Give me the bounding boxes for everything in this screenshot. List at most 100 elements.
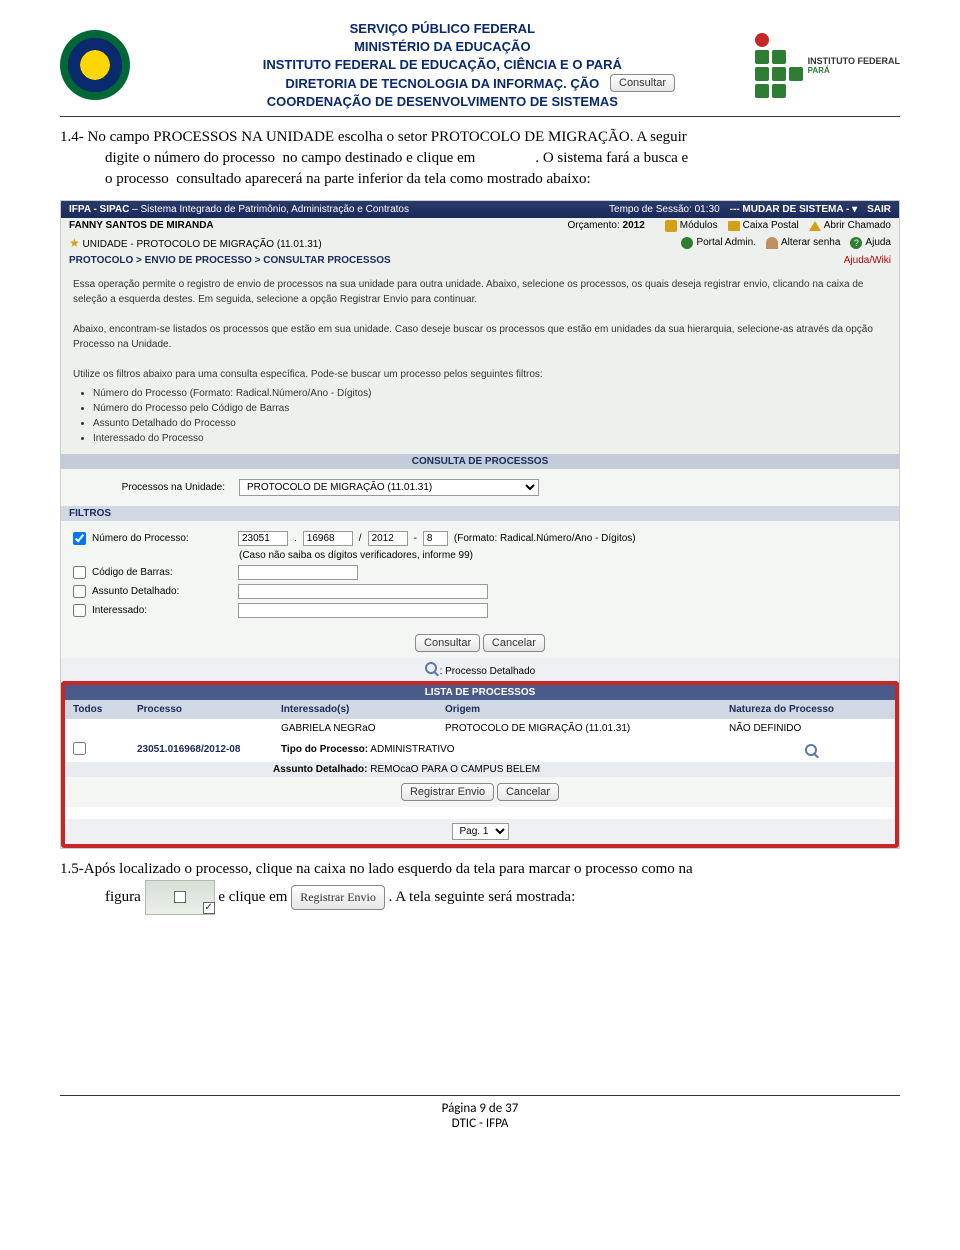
header-line1: SERVIÇO PÚBLICO FEDERAL — [140, 20, 745, 38]
interessado-input[interactable] — [238, 603, 488, 618]
consultar-button[interactable]: Consultar — [415, 634, 480, 652]
cell-natureza: NÃO DEFINIDO — [729, 723, 869, 734]
userbar: FANNY SANTOS DE MIRANDA Orçamento: 2012 … — [61, 218, 899, 234]
registrar-envio-button[interactable]: Registrar Envio — [401, 783, 494, 801]
consulta-section-title: CONSULTA DE PROCESSOS — [61, 454, 899, 469]
gear-icon — [681, 237, 693, 249]
breadcrumb: PROTOCOLO > ENVIO DE PROCESSO > CONSULTA… — [61, 252, 899, 269]
cell-processo-number[interactable]: 23051.016968/2012-08 — [137, 744, 277, 755]
chk-codigo-barras[interactable] — [73, 566, 86, 579]
consultar-button-overlay[interactable]: Consultar — [610, 74, 675, 92]
session-time: Tempo de Sessão: 01:30 — [609, 204, 720, 215]
paragraph-1-4: 1.4- No campo PROCESSOS NA UNIDADE escol… — [60, 127, 900, 190]
header-titles: SERVIÇO PÚBLICO FEDERAL MINISTÉRIO DA ED… — [140, 20, 745, 111]
th-natureza: Natureza do Processo — [729, 704, 869, 715]
chk-numero-processo[interactable] — [73, 532, 86, 545]
topbar: IFPA - SIPAC – Sistema Integrado de Patr… — [61, 201, 899, 218]
brazil-seal-icon — [60, 30, 130, 100]
if-sublabel: PARÁ — [808, 66, 900, 75]
detail-magnifier-icon[interactable] — [805, 744, 817, 756]
table-header-row: Todos Processo Interessado(s) Origem Nat… — [65, 700, 895, 719]
tipo-processo-value: ADMINISTRATIVO — [370, 744, 454, 755]
link-ajuda[interactable]: ?Ajuda — [850, 236, 891, 250]
num-numero-input[interactable] — [303, 531, 353, 546]
link-caixa-postal[interactable]: Caixa Postal — [728, 220, 799, 232]
change-system-label: --- MUDAR DE SISTEMA - — [730, 204, 852, 215]
num-hint: (Caso não saiba os dígitos verificadores… — [239, 550, 473, 561]
codigo-barras-input[interactable] — [238, 565, 358, 580]
checkbox-figure: ✓ — [145, 880, 215, 915]
orcamento-label: Orçamento: — [568, 220, 620, 231]
th-todos[interactable]: Todos — [73, 704, 133, 715]
pagination: Pag. 1 — [65, 819, 895, 844]
chk-assunto[interactable] — [73, 585, 86, 598]
footer-org: DTIC - IFPA — [60, 1116, 900, 1131]
num-digitos-input[interactable] — [423, 531, 448, 546]
bullet-3: Assunto Detalhado do Processo — [93, 416, 887, 431]
lista-section-title: LISTA DE PROCESSOS — [65, 685, 895, 700]
description-panel: Essa operação permite o registro de envi… — [61, 269, 899, 454]
page-footer: Página 9 de 37 DTIC - IFPA — [60, 1095, 900, 1131]
header-line2: MINISTÉRIO DA EDUCAÇÃO — [140, 38, 745, 56]
caixa-label: Caixa Postal — [743, 220, 799, 231]
alterar-label: Alterar senha — [781, 237, 840, 248]
link-portal-admin[interactable]: Portal Admin. — [681, 236, 755, 250]
cancelar-button[interactable]: Cancelar — [483, 634, 545, 652]
lista-processos-highlight: LISTA DE PROCESSOS Todos Processo Intere… — [61, 681, 899, 848]
para15-part-d: . A tela seguinte será mostrada: — [389, 889, 576, 905]
help-icon: ? — [850, 237, 862, 249]
filtros-header: FILTROS — [61, 506, 899, 521]
logo-instituto-federal: INSTITUTO FEDERAL PARÁ — [755, 33, 900, 98]
num-radical-input[interactable] — [238, 531, 288, 546]
mailbox-icon — [728, 221, 740, 231]
breadcrumb-path: PROTOCOLO > ENVIO DE PROCESSO > CONSULTA… — [69, 255, 391, 266]
proc-unidade-select[interactable]: PROTOCOLO DE MIGRAÇÃO (11.01.31) — [239, 479, 539, 496]
detalhado-label: : Processo Detalhado — [440, 666, 536, 677]
desc-para-2: Abaixo, encontram-se listados os process… — [73, 322, 887, 352]
userbar-2: ★ UNIDADE - PROTOCOLO DE MIGRAÇÃO (11.01… — [61, 234, 899, 252]
th-origem: Origem — [445, 704, 725, 715]
numero-processo-label: Número do Processo: — [92, 533, 232, 544]
app-title: IFPA - SIPAC — [69, 204, 129, 215]
chk-interessado[interactable] — [73, 604, 86, 617]
row-select-checkbox[interactable] — [73, 742, 86, 755]
sipac-screenshot: IFPA - SIPAC – Sistema Integrado de Patr… — [60, 200, 900, 849]
table-row-assunto: Assunto Detalhado: REMOcaO PARA O CAMPUS… — [65, 762, 895, 777]
page-select[interactable]: Pag. 1 — [452, 823, 509, 840]
assunto-input[interactable] — [238, 584, 488, 599]
para15-part-c: e clique em — [218, 889, 291, 905]
header-line3: INSTITUTO FEDERAL DE EDUCAÇÃO, CIÊNCIA E… — [140, 56, 745, 74]
registrar-envio-inline-button[interactable]: Registrar Envio — [291, 885, 385, 910]
cell-interessado: GABRIELA NEGRaO — [281, 723, 441, 734]
paragraph-1-5: 1.5-Após localizado o processo, clique n… — [60, 859, 900, 915]
username: FANNY SANTOS DE MIRANDA — [69, 220, 214, 231]
bullet-2: Número do Processo pelo Código de Barras — [93, 401, 887, 416]
link-alterar-senha[interactable]: Alterar senha — [766, 236, 840, 250]
app-subtitle: – Sistema Integrado de Patrimônio, Admin… — [132, 204, 409, 215]
table-row: GABRIELA NEGRaO PROTOCOLO DE MIGRAÇÃO (1… — [65, 719, 895, 738]
bullet-1: Número do Processo (Formato: Radical.Núm… — [93, 386, 887, 401]
filter-bullets: Número do Processo (Formato: Radical.Núm… — [93, 386, 887, 446]
link-abrir-chamado[interactable]: Abrir Chamado — [809, 220, 891, 232]
logout-link[interactable]: SAIR — [867, 204, 891, 215]
abrir-label: Abrir Chamado — [824, 220, 891, 231]
portal-label: Portal Admin. — [696, 237, 755, 248]
table-row-main: 23051.016968/2012-08 Tipo do Processo: A… — [65, 738, 895, 762]
th-interessados: Interessado(s) — [281, 704, 441, 715]
help-wiki-link[interactable]: Ajuda/Wiki — [844, 255, 891, 266]
num-ano-input[interactable] — [368, 531, 408, 546]
assunto-label: Assunto Detalhado: — [92, 586, 232, 597]
processo-detalhado-legend: : Processo Detalhado — [61, 658, 899, 681]
cancelar-button-2[interactable]: Cancelar — [497, 783, 559, 801]
unidade-label: UNIDADE - PROTOCOLO DE MIGRAÇÃO (11.01.3… — [83, 239, 322, 250]
th-processo: Processo — [137, 704, 277, 715]
para15-part-a: 1.5-Após localizado o processo, clique n… — [60, 861, 693, 877]
tipo-processo-label: Tipo do Processo: — [281, 744, 368, 755]
star-icon: ★ — [69, 236, 80, 250]
user-icon — [766, 237, 778, 249]
change-system-dropdown[interactable]: --- MUDAR DE SISTEMA - ▾ — [730, 204, 857, 215]
magnifier-icon — [425, 662, 437, 674]
link-modulos[interactable]: Módulos — [665, 220, 718, 232]
document-header: SERVIÇO PÚBLICO FEDERAL MINISTÉRIO DA ED… — [60, 20, 900, 117]
interessado-label: Interessado: — [92, 605, 232, 616]
